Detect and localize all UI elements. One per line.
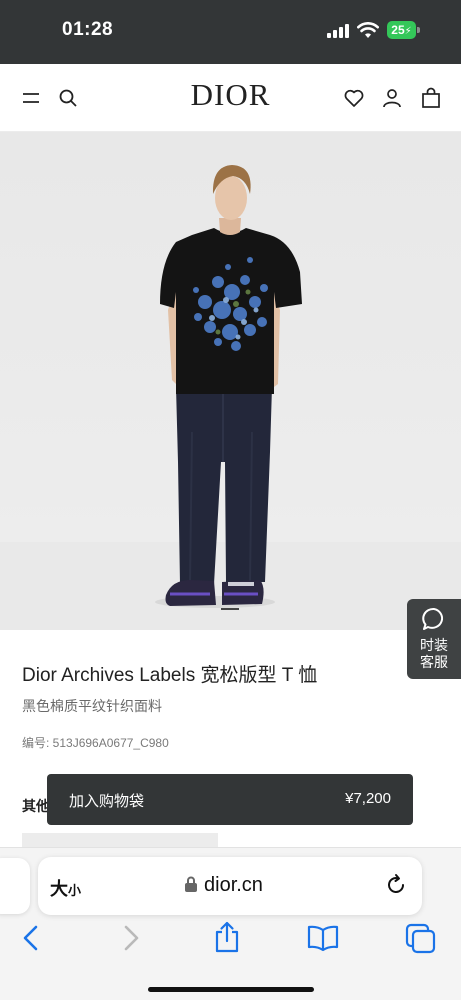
product-subtitle: 黑色棉质平纹针织面料 [22, 698, 162, 714]
text-size-button[interactable]: 大小 [50, 875, 81, 901]
model-illustration [155, 165, 302, 608]
add-to-bag-label: 加入购物袋 [69, 793, 145, 810]
home-indicator [148, 987, 314, 992]
carousel-indicator[interactable] [221, 608, 239, 610]
chat-bubble-icon [422, 607, 444, 630]
battery-level: 25 [391, 23, 405, 37]
options-strip[interactable] [22, 833, 218, 847]
battery-icon: 25⚡ [387, 21, 420, 39]
site-header: DIOR [0, 64, 461, 132]
product-sku: 编号: 513J696A0677_C980 [22, 736, 169, 750]
other-options-label: 其他 [22, 798, 50, 814]
address-bar[interactable]: 大小 dior.cn [38, 857, 422, 915]
tabs-icon[interactable] [404, 922, 438, 954]
previous-tab-card[interactable] [0, 858, 30, 914]
shopping-bag-icon[interactable] [419, 86, 443, 110]
customer-service-button[interactable]: 时装客服 [407, 599, 461, 679]
browser-toolbar: 大小 dior.cn [0, 847, 461, 1000]
product-image[interactable] [0, 132, 461, 630]
product-price: ¥7,200 [345, 790, 391, 807]
text-size-small: 小 [68, 883, 82, 898]
text-size-large: 大 [50, 879, 68, 899]
back-icon[interactable] [20, 924, 42, 952]
bookmarks-icon[interactable] [306, 924, 340, 952]
url-display[interactable]: dior.cn [184, 874, 263, 897]
url-text: dior.cn [204, 874, 263, 896]
account-icon[interactable] [380, 86, 404, 110]
chat-label: 时装客服 [420, 637, 448, 670]
signal-icon [327, 24, 349, 38]
wifi-icon [357, 22, 379, 38]
forward-icon[interactable] [120, 924, 142, 952]
status-time: 01:28 [62, 19, 114, 40]
status-bar: 01:28 25⚡ [0, 0, 461, 64]
heart-icon[interactable] [342, 86, 366, 110]
share-icon[interactable] [213, 920, 241, 954]
add-to-bag-button[interactable]: 加入购物袋 ¥7,200 [47, 774, 413, 825]
lock-icon [185, 876, 197, 892]
reload-icon[interactable] [384, 873, 408, 897]
product-title: Dior Archives Labels 宽松版型 T 恤 [22, 665, 318, 686]
